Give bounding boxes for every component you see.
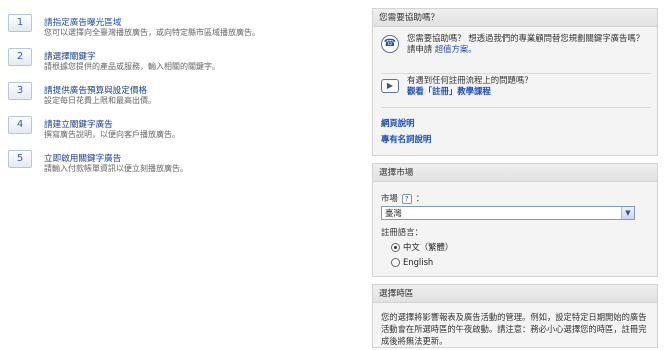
language-option-chinese[interactable]: 中文（繁體） [391,241,453,253]
step-number: 2 [8,48,32,66]
tutorial-help-text: 有遇到任何註冊流程上的問題嗎？ 觀看「註冊」教學課程 [407,75,651,97]
market-panel: 選擇市場 市場?： 臺灣 ▼ 註冊語言： 中文（繁體） English [372,163,658,277]
step-number: 1 [8,14,32,32]
language-option-label: 中文（繁體） [403,242,454,252]
timezone-description: 您的選擇將影響報表及廣告活動的管理。例如，設定特定日期開始的廣告活動會在所選時區… [381,312,647,346]
language-option-english[interactable]: English [391,257,433,267]
timezone-panel-title: 選擇時區 [373,285,657,303]
consultant-help: ☎ 您需要協助嗎？ 想透過我們的專業顧問替您規劃關鍵字廣告嗎？請申請 超值方案。 [381,33,651,71]
step-3: 3 請提供廣告預算與設定價格 設定每日花費上限和最高出價。 [8,78,348,112]
help-panel-title: 您需要協助嗎？ [373,9,657,27]
help-question-icon[interactable]: ? [401,194,412,204]
consultant-help-text: 您需要協助嗎？ 想透過我們的專業顧問替您規劃關鍵字廣告嗎？請申請 超值方案。 [407,33,651,55]
divider [381,107,651,108]
step-5: 5 立即啟用關鍵字廣告 請輸入付款帳單資訊以便立刻播放廣告。 [8,146,348,180]
radio-unselected[interactable] [391,257,400,267]
step-description: 請根據您提供的產品或服務，輸入相關的關鍵字。 [44,62,220,71]
tutorial-help: ▶ 有遇到任何註冊流程上的問題嗎？ 觀看「註冊」教學課程 [381,75,651,105]
market-label-colon: ： [415,193,425,203]
radio-selected[interactable] [391,242,400,252]
market-label-row: 市場?： [381,192,424,204]
market-select[interactable]: 臺灣 ▼ [381,206,635,220]
step-number: 4 [8,116,32,134]
premium-plan-link[interactable]: 超值方案 [435,44,469,54]
step-description: 您可以選擇向全臺灣播放廣告，或向特定縣市區域播放廣告。 [44,28,260,37]
market-selected-value: 臺灣 [385,208,402,218]
market-panel-title: 選擇市場 [373,164,657,182]
consultant-help-end: 。 [468,44,477,54]
step-description: 撰寫廣告說明，以便向客戶播放廣告。 [44,130,180,139]
help-panel: 您需要協助嗎？ ☎ 您需要協助嗎？ 想透過我們的專業顧問替您規劃關鍵字廣告嗎？請… [372,8,658,156]
glossary-link[interactable]: 專有名詞說明 [381,133,431,145]
tutorial-link[interactable]: 觀看「註冊」教學課程 [407,86,651,97]
divider [381,73,651,74]
steps-list: 1 請指定廣告曝光區域 您可以選擇向全臺灣播放廣告，或向特定縣市區域播放廣告。 … [8,10,348,180]
step-1: 1 請指定廣告曝光區域 您可以選擇向全臺灣播放廣告，或向特定縣市區域播放廣告。 [8,10,348,44]
page-help-link[interactable]: 網頁說明 [381,117,415,129]
language-option-label: English [403,257,434,267]
step-2: 2 請選擇關鍵字 請根據您提供的產品或服務，輸入相關的關鍵字。 [8,44,348,78]
step-4: 4 請建立關鍵字廣告 撰寫廣告說明，以便向客戶播放廣告。 [8,112,348,146]
video-icon: ▶ [381,79,399,93]
market-label: 市場 [381,193,398,203]
step-description: 設定每日花費上限和最高出價。 [44,96,156,105]
timezone-panel: 選擇時區 您的選擇將影響報表及廣告活動的管理。例如，設定特定日期開始的廣告活動會… [372,284,658,348]
step-description: 請輸入付款帳單資訊以便立刻播放廣告。 [44,164,188,173]
chevron-down-icon[interactable]: ▼ [621,207,634,219]
step-number: 3 [8,82,32,100]
phone-icon: ☎ [381,35,399,53]
tutorial-question: 有遇到任何註冊流程上的問題嗎？ [407,75,533,85]
step-number: 5 [8,150,32,168]
language-label: 註冊語言： [381,227,423,237]
